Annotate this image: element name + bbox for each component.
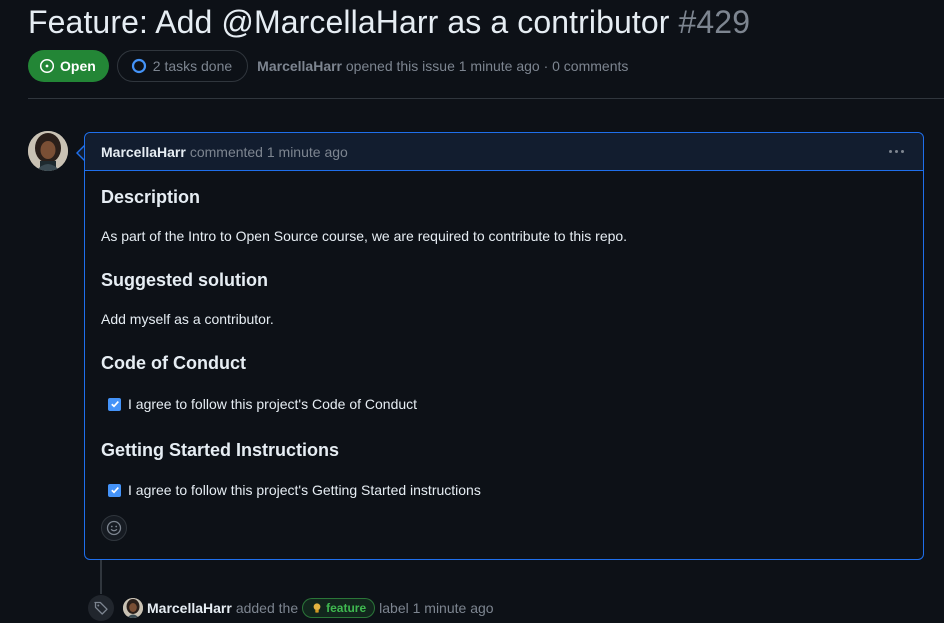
opened-text: opened this issue 1 minute ago · 0 comme…: [345, 58, 629, 74]
issue-author-link[interactable]: MarcellaHarr: [257, 58, 342, 74]
section-heading: Suggested solution: [101, 270, 269, 290]
task-label: I agree to follow this project's Code of…: [128, 396, 418, 412]
timeline-event: MarcellaHarr added the feature label 1 m…: [88, 595, 494, 621]
event-author-link[interactable]: MarcellaHarr: [147, 600, 232, 616]
tasks-label: 2 tasks done: [152, 58, 233, 74]
issue-open-icon: [39, 58, 55, 74]
comment-header: MarcellaHarr commented 1 minute ago: [85, 133, 923, 171]
comment-author[interactable]: MarcellaHarr: [101, 144, 186, 160]
header-divider: [28, 98, 944, 99]
issue-title: Feature: Add @MarcellaHarr as a contribu…: [28, 4, 750, 41]
task-label: I agree to follow this project's Getting…: [128, 482, 481, 498]
lightbulb-icon: [313, 603, 321, 613]
section-text: Add myself as a contributor.: [101, 311, 274, 327]
event-action: added the: [235, 600, 299, 616]
checkbox-checked[interactable]: [108, 483, 121, 497]
smiley-icon: [106, 520, 122, 536]
avatar-image: [123, 598, 143, 618]
comment-box: MarcellaHarr commented 1 minute ago Desc…: [84, 132, 924, 560]
issue-meta: Open 2 tasks done MarcellaHarr opened th…: [28, 50, 628, 82]
avatar[interactable]: [28, 131, 68, 171]
state-label: Open: [60, 58, 96, 74]
tasks-progress[interactable]: 2 tasks done: [116, 50, 249, 82]
issue-title-text: Feature: Add @MarcellaHarr as a contribu…: [28, 4, 670, 40]
opened-info: MarcellaHarr opened this issue 1 minute …: [257, 58, 628, 74]
label-feature[interactable]: feature: [302, 598, 376, 618]
checkbox-checked[interactable]: [108, 397, 121, 411]
add-reaction-button[interactable]: [101, 515, 127, 541]
task-item: I agree to follow this project's Code of…: [108, 396, 417, 412]
state-badge: Open: [28, 50, 109, 82]
comment-options-icon[interactable]: [885, 141, 907, 163]
check-icon: [110, 401, 119, 408]
progress-ring-icon: [131, 58, 146, 74]
section-heading: Getting Started Instructions: [101, 440, 340, 460]
comment-action[interactable]: commented 1 minute ago: [190, 144, 348, 160]
check-icon: [110, 487, 119, 494]
event-time[interactable]: label 1 minute ago: [379, 600, 493, 616]
section-heading: Code of Conduct: [101, 353, 246, 373]
timeline-line: [100, 560, 102, 594]
section-text: As part of the Intro to Open Source cour…: [101, 228, 628, 244]
section-heading: Description: [101, 187, 201, 207]
avatar-image: [28, 131, 68, 171]
issue-number: #429: [678, 4, 751, 40]
task-item: I agree to follow this project's Getting…: [108, 482, 481, 498]
tag-icon: [88, 595, 114, 621]
label-text: feature: [326, 601, 367, 615]
event-avatar[interactable]: [123, 598, 143, 618]
